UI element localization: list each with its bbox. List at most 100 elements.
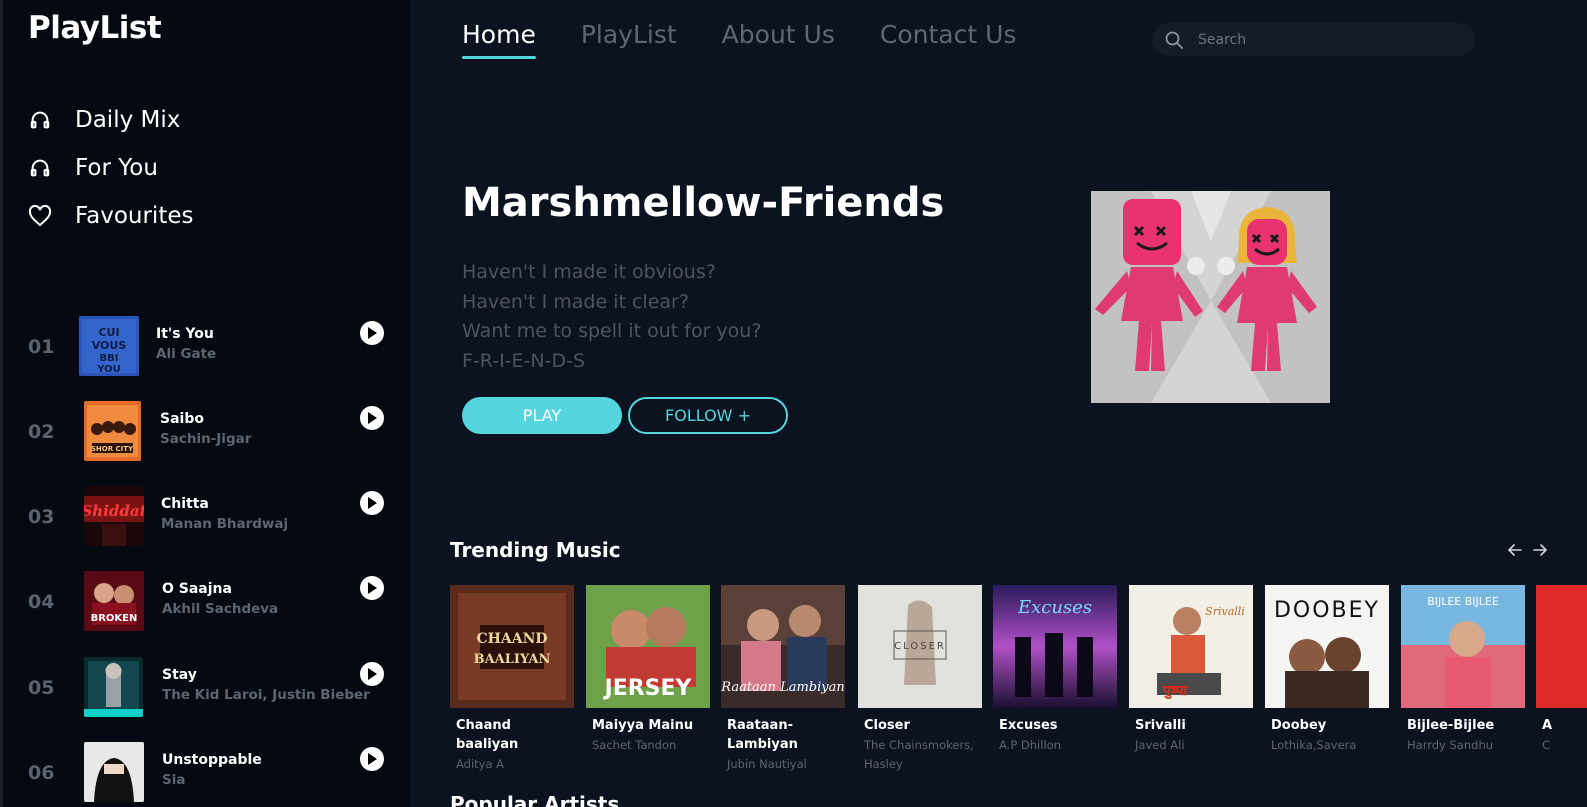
- track-row[interactable]: 05 Stay The Kid Laroi, Justin Bieber: [28, 657, 400, 727]
- play-button[interactable]: PLAY: [462, 397, 622, 434]
- card-artist: Sachet Tandon: [592, 738, 677, 752]
- sidebar-item-for-you[interactable]: For You: [28, 148, 158, 188]
- card-artist: Jubin Nautiyal: [727, 757, 807, 771]
- card-title: Maiyya Mainu: [592, 718, 694, 733]
- music-card[interactable]: पुष्पा Srivalli Srivalli Javed Ali: [1129, 585, 1253, 755]
- play-icon[interactable]: [360, 321, 384, 345]
- play-icon[interactable]: [360, 662, 384, 686]
- svg-text:CUI: CUI: [98, 326, 119, 339]
- music-card[interactable]: CLOSER Closer The Chainsmokers, Hasley: [858, 585, 982, 774]
- sidebar-item-label: Favourites: [75, 203, 194, 229]
- track-artist: Akhil Sachdeva: [162, 601, 279, 617]
- track-thumbnail: Shiddat: [84, 486, 144, 546]
- track-artist: Manan Bhardwaj: [161, 516, 289, 532]
- heart-icon: [28, 204, 52, 228]
- svg-text:JERSEY: JERSEY: [603, 676, 693, 701]
- track-thumbnail: CUI VOUS BBI YOU: [79, 316, 139, 376]
- music-card[interactable]: CHAAND BAALIYAN Chaand baaliyan Aditya A: [450, 585, 574, 774]
- card-title: Doobey: [1271, 718, 1327, 733]
- trending-title: Trending Music: [450, 538, 621, 562]
- lyric-line: Haven't I made it obvious?: [462, 261, 716, 283]
- svg-text:SHOR CITY: SHOR CITY: [91, 445, 134, 453]
- arrow-right-icon[interactable]: [1531, 541, 1549, 559]
- card-artist: Aditya A: [456, 757, 505, 771]
- track-row[interactable]: 02 SHOR CITY Saibo Sachin-Jigar: [28, 401, 400, 471]
- hero-album-art: [1091, 191, 1330, 403]
- music-card[interactable]: DOOBEY Doobey Lothika,Savera: [1265, 585, 1389, 755]
- music-card[interactable]: Raataan Lambiyan Raataan-Lambiyan Jubin …: [721, 585, 845, 774]
- sidebar-item-label: For You: [75, 155, 158, 181]
- album-cover: CHAAND BAALIYAN: [450, 585, 574, 708]
- track-title: O Saajna: [162, 581, 232, 597]
- tab-contact-us[interactable]: Contact Us: [880, 20, 1017, 59]
- play-icon[interactable]: [360, 406, 384, 430]
- play-icon[interactable]: [360, 491, 384, 515]
- track-artist: The Kid Laroi, Justin Bieber: [162, 687, 370, 703]
- track-number: 05: [28, 677, 55, 699]
- svg-text:BBI: BBI: [100, 353, 119, 364]
- app-logo[interactable]: PlayList: [28, 10, 162, 46]
- sidebar-item-daily-mix[interactable]: Daily Mix: [28, 100, 180, 140]
- album-cover: Excuses: [993, 585, 1117, 708]
- track-title: It's You: [156, 326, 214, 342]
- track-row[interactable]: 04 BROKEN O Saajna Akhil Sachdeva: [28, 571, 400, 641]
- album-cover: पुष्पा Srivalli: [1129, 585, 1253, 708]
- music-card[interactable]: JERSEY Maiyya Mainu Sachet Tandon: [586, 585, 710, 755]
- card-artist: Lothika,Savera: [1271, 738, 1357, 752]
- sidebar: PlayList Daily Mix For You Favourites 01…: [0, 0, 410, 807]
- card-title: Bijlee-Bijlee: [1407, 718, 1495, 733]
- track-number: 01: [28, 336, 55, 358]
- track-number: 02: [28, 421, 55, 443]
- track-artist: Ali Gate: [156, 346, 217, 362]
- lyric-line: F-R-I-E-N-D-S: [462, 350, 586, 373]
- music-card[interactable]: A C: [1536, 585, 1587, 755]
- track-row[interactable]: 01 CUI VOUS BBI YOU It's You Ali Gate: [28, 316, 400, 386]
- track-thumbnail: BROKEN: [84, 571, 144, 631]
- hero-title: Marshmellow-Friends: [462, 180, 945, 226]
- top-nav: Home PlayList About Us Contact Us: [462, 20, 1061, 59]
- card-title: Raataan-Lambiyan: [727, 718, 798, 752]
- arrow-left-icon[interactable]: [1506, 541, 1524, 559]
- album-cover: Raataan Lambiyan: [721, 585, 845, 708]
- card-artist: The Chainsmokers, Hasley: [864, 738, 974, 771]
- card-artist: C: [1542, 738, 1551, 752]
- hero-lyrics: Haven't I made it obvious? Haven't I mad…: [462, 258, 761, 377]
- track-thumbnail: [84, 742, 144, 802]
- track-row[interactable]: 03 Shiddat Chitta Manan Bhardwaj: [28, 486, 400, 556]
- card-title: Chaand baaliyan: [456, 718, 519, 752]
- play-icon[interactable]: [360, 747, 384, 771]
- track-number: 06: [28, 762, 55, 784]
- sidebar-item-label: Daily Mix: [75, 107, 181, 133]
- follow-button[interactable]: FOLLOW +: [628, 397, 788, 434]
- search-bar: [1152, 23, 1475, 56]
- music-card[interactable]: BIJLEE BIJLEE Bijlee-Bijlee Harrdy Sandh…: [1401, 585, 1525, 755]
- sidebar-edge: [0, 0, 3, 807]
- play-icon[interactable]: [360, 576, 384, 600]
- sidebar-item-favourites[interactable]: Favourites: [28, 196, 193, 236]
- track-artist: Sachin-Jigar: [160, 431, 252, 447]
- tab-home[interactable]: Home: [462, 20, 536, 59]
- lyric-line: Want me to spell it out for you?: [462, 320, 762, 343]
- album-cover: JERSEY: [586, 585, 710, 708]
- album-cover: BIJLEE BIJLEE: [1401, 585, 1525, 708]
- track-title: Stay: [162, 667, 197, 683]
- svg-text:VOUS: VOUS: [92, 339, 127, 352]
- svg-text:YOU: YOU: [96, 364, 121, 375]
- track-number: 03: [28, 506, 55, 528]
- card-title: A: [1542, 718, 1553, 733]
- search-input[interactable]: [1198, 31, 1448, 48]
- album-cover: DOOBEY: [1265, 585, 1389, 708]
- tab-playlist[interactable]: PlayList: [581, 20, 677, 59]
- album-cover: [1536, 585, 1587, 708]
- svg-text:BAALIYAN: BAALIYAN: [474, 652, 551, 667]
- music-card[interactable]: Excuses Excuses A.P Dhillon: [993, 585, 1117, 755]
- track-artist: Sia: [162, 772, 186, 788]
- tab-about-us[interactable]: About Us: [722, 20, 835, 59]
- search-icon[interactable]: [1164, 30, 1184, 50]
- svg-text:BIJLEE BIJLEE: BIJLEE BIJLEE: [1427, 595, 1499, 608]
- popular-artists-title: Popular Artists: [450, 792, 620, 807]
- card-artist: Harrdy Sandhu: [1407, 738, 1494, 752]
- track-title: Chitta: [161, 496, 209, 512]
- track-row[interactable]: 06 Unstoppable Sia: [28, 742, 400, 807]
- card-title: Closer: [864, 718, 910, 733]
